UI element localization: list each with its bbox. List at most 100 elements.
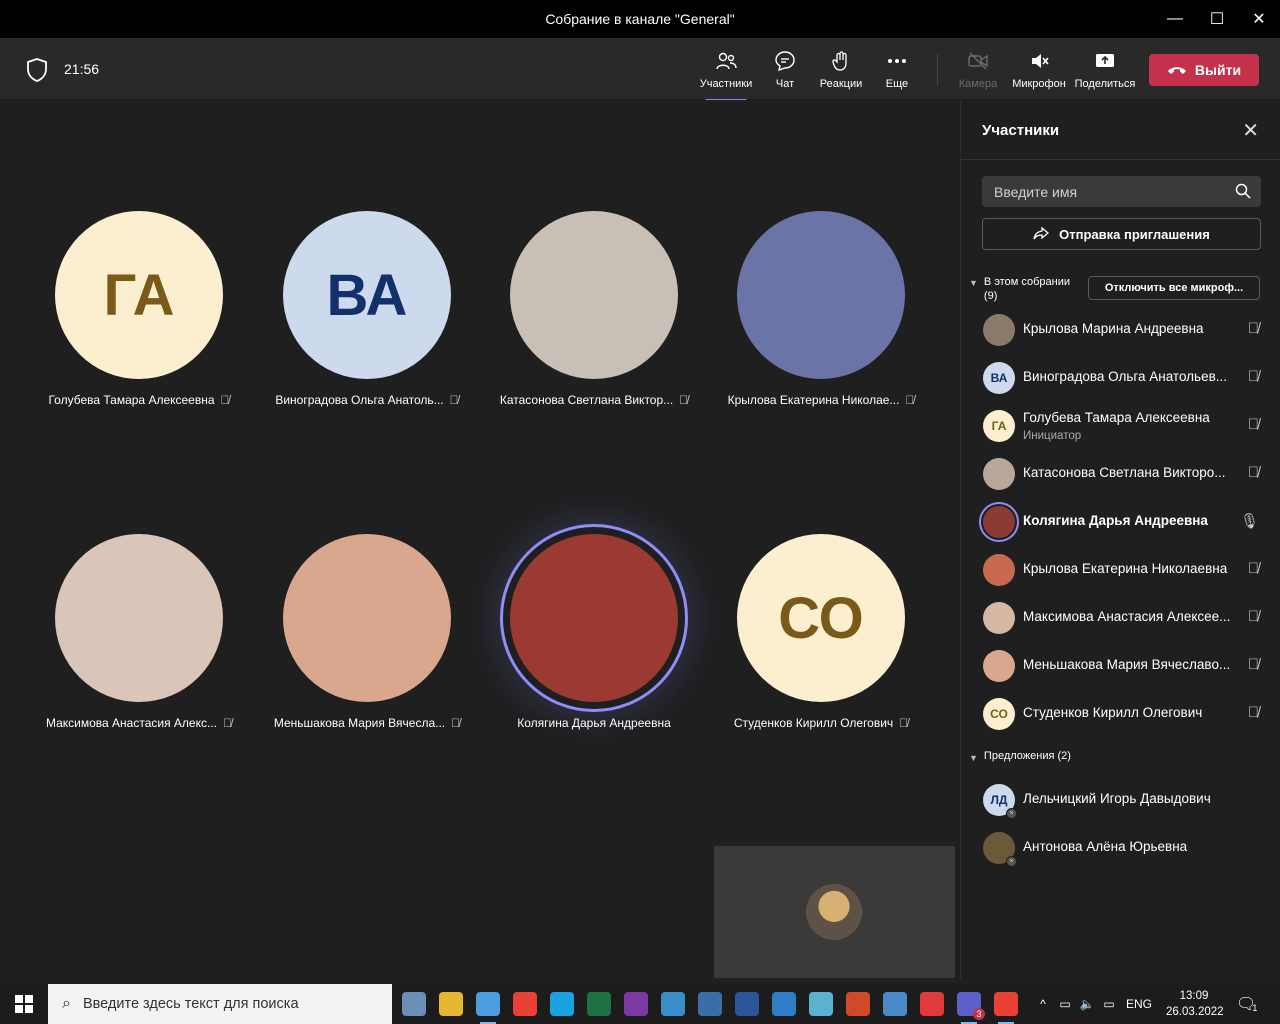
word-icon[interactable] xyxy=(735,992,759,1016)
notes-app-icon[interactable] xyxy=(809,992,833,1016)
participant-avatar xyxy=(983,650,1015,682)
suggestion-row[interactable]: × Антонова Алёна Юрьевна xyxy=(961,824,1280,872)
send-invite-button[interactable]: Отправка приглашения xyxy=(982,218,1261,250)
leave-label: Выйти xyxy=(1194,62,1242,78)
participant-search-input[interactable] xyxy=(982,176,1212,207)
in-meeting-label: В этом собрании xyxy=(983,276,1070,288)
clock-time: 13:09 xyxy=(1179,990,1209,1002)
tile-avatar-photo xyxy=(283,534,451,702)
meeting-toolbar: 21:56 Участники Чат Реакции Еще Камера М… xyxy=(0,38,1280,102)
participant-row[interactable]: Крылова Марина Андреевна 🎙̸ xyxy=(961,306,1280,354)
ieee-app-icon[interactable] xyxy=(846,992,870,1016)
participant-avatar xyxy=(979,502,1019,542)
share-arrow-icon xyxy=(1033,226,1050,240)
network-icon[interactable]: ▭ xyxy=(1098,997,1120,1011)
taskbar-search[interactable]: ⌕ xyxy=(48,984,392,1024)
reactions-button[interactable]: Реакции xyxy=(811,48,871,96)
participant-row[interactable]: Максимова Анастасия Алексее... 🎙̸ xyxy=(961,594,1280,642)
maximize-button[interactable]: ☐ xyxy=(1196,0,1238,38)
minimize-button[interactable]: — xyxy=(1154,0,1196,38)
camera-button[interactable]: Камера xyxy=(948,48,1008,96)
close-window-button[interactable]: ✕ xyxy=(1238,0,1280,38)
tile-avatar: ГА xyxy=(55,211,223,379)
language-indicator[interactable]: ENG xyxy=(1126,997,1152,1011)
mic-off-icon: 🎙̸ xyxy=(451,716,461,730)
participant-tile[interactable]: ВА Виноградова Ольга Анатоль... 🎙̸ xyxy=(252,211,482,407)
active-speaker-tile[interactable]: Колягина Дарья Андреевна xyxy=(479,524,709,730)
chrome-profile-icon[interactable] xyxy=(994,992,1018,1024)
suggestion-row[interactable]: ЛД × Лельчицкий Игорь Давыдович xyxy=(961,776,1280,824)
tile-name: Катасонова Светлана Виктор... xyxy=(499,393,674,407)
participant-row[interactable]: Катасонова Светлана Викторо... 🎙̸ xyxy=(961,450,1280,498)
leave-button[interactable]: Выйти xyxy=(1149,54,1259,86)
mic-off-icon: 🎙̸ xyxy=(449,393,459,407)
participant-row[interactable]: СО Студенков Кирилл Олегович 🎙̸ xyxy=(961,690,1280,738)
participant-tile[interactable]: Максимова Анастасия Алекс... 🎙̸ xyxy=(24,534,254,730)
search-icon: ⌕ xyxy=(62,995,71,1012)
teams-icon[interactable]: 3 xyxy=(957,992,985,1024)
participant-avatar xyxy=(983,314,1015,346)
chevron-up-icon[interactable]: ^ xyxy=(1032,997,1054,1011)
mic-off-icon: 🎙̸ xyxy=(679,393,689,407)
participant-tile[interactable]: Катасонова Светлана Виктор... 🎙̸ xyxy=(479,211,709,407)
share-button[interactable]: Поделиться xyxy=(1075,48,1135,96)
file-explorer-icon[interactable] xyxy=(439,992,463,1016)
recorder-app-icon[interactable] xyxy=(920,992,944,1016)
participant-tile[interactable]: Крылова Екатерина Николае... 🎙̸ xyxy=(706,211,936,407)
notification-center-button[interactable]: 🗨 1 xyxy=(1236,984,1257,1024)
tile-avatar-photo xyxy=(510,534,678,702)
participant-row[interactable]: ГА Голубева Тамара Алексеевна Инициатор 🎙̸ xyxy=(961,402,1280,450)
participants-button[interactable]: Участники xyxy=(696,48,756,102)
panel-header: Участники ✕ xyxy=(961,100,1280,160)
download-app-icon[interactable] xyxy=(883,992,907,1016)
in-meeting-section-header[interactable]: ▼ В этом собрании (9) xyxy=(969,275,1070,303)
tile-avatar: ВА xyxy=(283,211,451,379)
self-view-preview[interactable] xyxy=(714,846,955,978)
participant-tile[interactable]: СО Студенков Кирилл Олегович 🎙̸ xyxy=(706,534,936,730)
participant-tile[interactable]: Меньшакова Мария Вячесла... 🎙̸ xyxy=(252,534,482,730)
eye-app-icon[interactable] xyxy=(772,992,796,1016)
participant-row[interactable]: Меньшакова Мария Вячеславо... 🎙̸ xyxy=(961,642,1280,690)
paint-icon[interactable] xyxy=(476,992,500,1024)
search-field[interactable] xyxy=(982,176,1261,207)
participant-tile[interactable]: ГА Голубева Тамара Алексеевна 🎙̸ xyxy=(24,211,254,407)
meet-now-icon[interactable]: ▭ xyxy=(1054,997,1076,1011)
teams-badge: 3 xyxy=(973,1008,985,1020)
participant-row[interactable]: ВА Виноградова Ольга Анатольев... 🎙̸ xyxy=(961,354,1280,402)
tile-avatar-photo xyxy=(510,211,678,379)
more-button[interactable]: Еще xyxy=(867,48,927,96)
clock[interactable]: 13:09 26.03.2022 xyxy=(1166,988,1224,1020)
clock-date: 26.03.2022 xyxy=(1166,1006,1224,1018)
offline-badge-icon: × xyxy=(1006,856,1017,867)
search-icon[interactable] xyxy=(1235,183,1251,199)
chevron-down-icon: ▼ xyxy=(969,753,978,763)
image-viewer-icon[interactable] xyxy=(661,992,685,1016)
close-icon[interactable]: ✕ xyxy=(1242,118,1259,143)
tile-avatar-photo xyxy=(55,534,223,702)
chrome-icon[interactable] xyxy=(513,992,537,1016)
windows-logo-icon xyxy=(15,995,33,1013)
reactions-label: Реакции xyxy=(819,78,863,90)
task-view-icon[interactable] xyxy=(402,992,426,1016)
participant-row[interactable]: Колягина Дарья Андреевна 🎙 xyxy=(961,498,1280,546)
excel-icon[interactable] xyxy=(587,992,611,1016)
screenshot-tool-icon[interactable] xyxy=(698,992,722,1016)
shield-icon[interactable] xyxy=(26,58,48,82)
reaction-hand-icon xyxy=(832,51,847,71)
suggestions-section-header[interactable]: ▼ Предложения (2) xyxy=(969,750,1071,763)
participant-row[interactable]: Крылова Екатерина Николаевна 🎙̸ xyxy=(961,546,1280,594)
participant-role: Инициатор xyxy=(1023,430,1082,442)
volume-icon[interactable]: 🔈 xyxy=(1076,997,1098,1011)
start-button[interactable] xyxy=(0,984,48,1024)
tile-name: Виноградова Ольга Анатоль... xyxy=(275,393,444,407)
participant-name: Катасонова Светлана Викторо... xyxy=(1023,465,1226,480)
participant-name: Колягина Дарья Андреевна xyxy=(1023,513,1208,528)
chat-button[interactable]: Чат xyxy=(755,48,815,96)
tile-avatar: СО xyxy=(737,534,905,702)
taskbar-search-input[interactable] xyxy=(82,996,363,1012)
mic-off-icon: 🎙̸ xyxy=(1247,560,1259,577)
microphone-button[interactable]: Микрофон xyxy=(1009,48,1069,96)
mute-all-button[interactable]: Отключить все микроф... xyxy=(1088,276,1260,300)
edge-icon[interactable] xyxy=(550,992,574,1016)
winrar-icon[interactable] xyxy=(624,992,648,1016)
